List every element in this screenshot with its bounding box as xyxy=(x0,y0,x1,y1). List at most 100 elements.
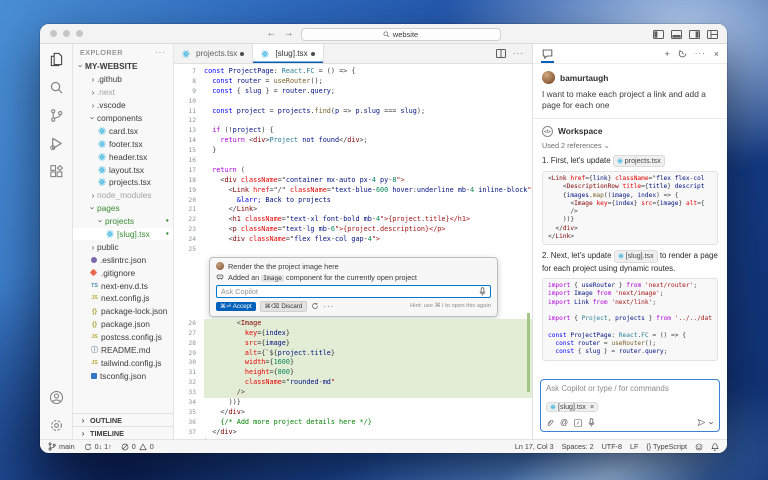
tree-item[interactable]: layout.tsx xyxy=(73,163,173,176)
settings-gear-icon[interactable] xyxy=(49,418,64,433)
explorer-more-icon[interactable]: ··· xyxy=(155,48,166,57)
code-line[interactable]: 25 xyxy=(174,245,532,255)
tree-item[interactable]: projects.tsx xyxy=(73,176,173,189)
status-item[interactable]: Spaces: 2 xyxy=(562,442,594,451)
extensions-icon[interactable] xyxy=(49,164,64,179)
code-line[interactable]: 18 <div className="container mx-auto px-… xyxy=(174,176,532,186)
toggle-panel-icon[interactable] xyxy=(671,29,682,39)
tree-item[interactable]: .gitignore xyxy=(73,266,173,279)
tree-item[interactable]: TS next-env.d.ts xyxy=(73,279,173,292)
title-bar[interactable]: ← → website xyxy=(40,24,727,44)
code-editor[interactable]: 7 const ProjectPage: React.FC = () => {8 … xyxy=(174,64,532,439)
sidebar-panel-outline[interactable]: › OUTLINE xyxy=(73,413,173,426)
tree-item[interactable]: JS tailwind.config.js xyxy=(73,356,173,369)
editor-more-icon[interactable]: ··· xyxy=(513,49,524,58)
code-line[interactable]: 15 } xyxy=(174,146,532,156)
branch-indicator[interactable]: main xyxy=(48,442,75,451)
code-line[interactable]: 33 /> xyxy=(174,388,532,399)
code-line[interactable]: 38); xyxy=(174,438,532,439)
code-line[interactable]: 17 return ( xyxy=(174,166,532,176)
code-line[interactable]: 27 key={index} xyxy=(174,328,532,339)
code-line[interactable]: 36 {/* Add more project details here */} xyxy=(174,418,532,428)
context-chip[interactable]: [slug].tsx × xyxy=(545,402,599,412)
microphone-icon[interactable] xyxy=(479,287,486,296)
tree-item[interactable]: › components xyxy=(73,112,173,125)
code-line[interactable]: 14 return <div>Project not found</div>; xyxy=(174,136,532,146)
file-chip[interactable]: projects.tsx xyxy=(612,154,665,167)
attach-icon[interactable] xyxy=(546,419,554,427)
code-line[interactable]: 30 width={1600} xyxy=(174,358,532,369)
status-item[interactable]: UTF-8 xyxy=(602,442,622,451)
code-line[interactable]: 29 alt={`${project.title} xyxy=(174,348,532,359)
tree-item[interactable]: .eslintrc.json xyxy=(73,253,173,266)
notifications-bell-icon[interactable] xyxy=(711,442,719,451)
code-line[interactable]: 32 className="rounded-md" xyxy=(174,378,532,389)
tree-item[interactable]: [slug].tsx ● xyxy=(73,227,173,241)
send-icon[interactable] xyxy=(697,418,706,427)
window-close-button[interactable] xyxy=(50,30,57,37)
code-line[interactable]: 22 <h1 className="text-xl font-bold mb-4… xyxy=(174,215,532,225)
code-line[interactable]: 12 xyxy=(174,116,532,126)
tree-item[interactable]: ⓘ README.md xyxy=(73,344,173,357)
tree-item[interactable]: {} package-lock.json xyxy=(73,305,173,318)
close-icon[interactable]: × xyxy=(714,49,719,59)
code-line[interactable]: 35 </div> xyxy=(174,408,532,418)
code-line[interactable]: 10 xyxy=(174,97,532,107)
code-line[interactable]: 21 </Link> xyxy=(174,205,532,215)
inline-chat-more-icon[interactable]: ··· xyxy=(323,302,334,311)
tree-item[interactable]: header.tsx xyxy=(73,150,173,163)
tree-item[interactable]: › pages xyxy=(73,202,173,215)
code-line[interactable]: 19 <Link href="/" className="text-blue-6… xyxy=(174,186,532,196)
code-line[interactable]: 9 const { slug } = router.query; xyxy=(174,87,532,97)
search-icon[interactable] xyxy=(49,80,64,95)
run-debug-icon[interactable] xyxy=(49,136,64,151)
references-toggle[interactable]: Used 2 references ⌄ xyxy=(542,141,718,150)
command-center-search[interactable]: website xyxy=(300,27,501,41)
status-item[interactable]: Ln 17, Col 3 xyxy=(515,442,554,451)
tree-item[interactable]: › .github xyxy=(73,73,173,86)
code-line[interactable]: 24 <div className="flex flex-col gap-4"> xyxy=(174,235,532,245)
code-line[interactable]: 34 ))} xyxy=(174,398,532,408)
microphone-icon[interactable] xyxy=(588,418,595,427)
editor-tab[interactable]: projects.tsx xyxy=(174,44,254,63)
chat-input-box[interactable]: Ask Copilot or type / for commands [slug… xyxy=(539,379,720,432)
toggle-secondary-sidebar-icon[interactable] xyxy=(689,29,700,39)
tree-item[interactable]: › node_modules xyxy=(73,189,173,202)
split-editor-icon[interactable] xyxy=(495,49,506,58)
chevron-down-icon[interactable] xyxy=(708,420,714,426)
tree-item[interactable]: › projects ● xyxy=(73,215,173,228)
account-icon[interactable] xyxy=(49,390,64,405)
tree-item[interactable]: footer.tsx xyxy=(73,137,173,150)
window-minimize-button[interactable] xyxy=(63,30,70,37)
tree-item[interactable]: {} package.json xyxy=(73,318,173,331)
tree-root[interactable]: › MY-WEBSITE xyxy=(73,60,173,73)
tree-item[interactable]: JS postcss.config.js xyxy=(73,331,173,344)
code-line[interactable]: 11 const project = projects.find(p => p.… xyxy=(174,107,532,117)
code-line[interactable]: 37 </div> xyxy=(174,428,532,438)
tree-item[interactable]: › .vscode xyxy=(73,99,173,112)
editor-tab[interactable]: [slug].tsx xyxy=(253,44,324,63)
sync-indicator[interactable]: 0↓ 1↑ xyxy=(84,442,112,451)
code-line[interactable]: 26 <Image xyxy=(174,318,532,329)
new-chat-icon[interactable]: + xyxy=(664,49,669,59)
tree-item[interactable]: JS next.config.js xyxy=(73,292,173,305)
back-arrow-icon[interactable]: ← xyxy=(267,29,277,39)
code-line[interactable]: 20 &larr; Back to projects xyxy=(174,196,532,206)
code-line[interactable]: 16 xyxy=(174,156,532,166)
inline-chat-input[interactable]: Ask Copilot xyxy=(216,284,491,298)
mention-icon[interactable]: @ xyxy=(560,418,568,427)
code-line[interactable]: 28 src={image} xyxy=(174,338,532,349)
file-chip[interactable]: [slug].tsx xyxy=(613,250,658,263)
discard-button[interactable]: ⌘⌫ Discard xyxy=(259,300,308,312)
accept-button[interactable]: ⌘⏎ Accept xyxy=(216,301,256,311)
toggle-primary-sidebar-icon[interactable] xyxy=(653,29,664,39)
remove-context-icon[interactable]: × xyxy=(588,403,594,411)
slash-command-icon[interactable] xyxy=(574,418,582,427)
chat-more-icon[interactable]: ··· xyxy=(695,49,706,58)
problems-indicator[interactable]: 0 0 xyxy=(121,442,154,451)
feedback-icon[interactable] xyxy=(695,443,703,451)
sidebar-panel-timeline[interactable]: › TIMELINE xyxy=(73,426,173,439)
status-item[interactable]: LF xyxy=(630,442,638,451)
status-item[interactable]: {} TypeScript xyxy=(646,442,687,451)
window-zoom-button[interactable] xyxy=(76,30,83,37)
